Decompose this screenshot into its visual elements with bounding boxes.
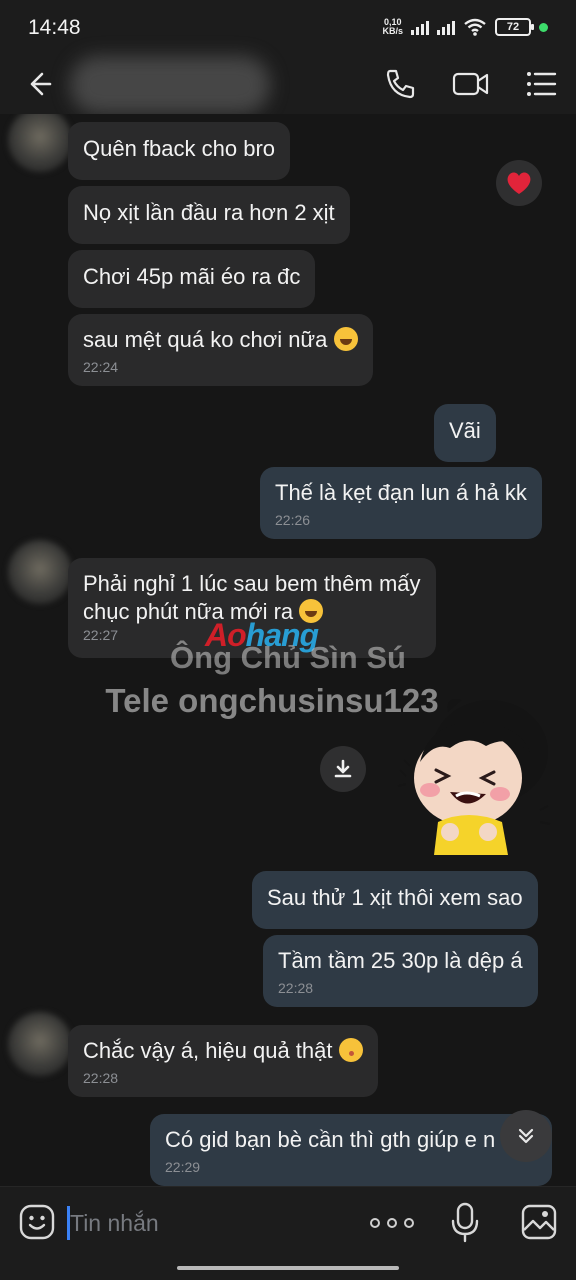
- message-text: Vãi: [449, 418, 481, 443]
- smiley-sticker-icon[interactable]: [18, 1203, 56, 1241]
- status-time: 14:48: [28, 16, 81, 39]
- contact-name-blurred[interactable]: [70, 56, 270, 114]
- image-gallery-icon[interactable]: [520, 1203, 558, 1241]
- watermark-text: Ông Chủ Sìn Sú: [170, 640, 406, 675]
- message-text: Chắc vậy á, hiệu quả thật: [83, 1038, 333, 1063]
- more-dots-icon[interactable]: [370, 1209, 414, 1237]
- message-text: Thế là kẹt đạn lun á hả kk: [275, 480, 527, 505]
- message-bubble[interactable]: Nọ xịt lần đầu ra hơn 2 xịt: [68, 186, 350, 244]
- signal-icon-2: [437, 19, 455, 35]
- message-bubble[interactable]: Vãi: [434, 404, 496, 462]
- chat-messages[interactable]: Quên fback cho bro Nọ xịt lần đầu ra hơn…: [0, 114, 576, 1186]
- video-camera-icon[interactable]: [451, 64, 491, 104]
- avatar[interactable]: [8, 1012, 72, 1076]
- privacy-dot-icon: [539, 22, 548, 32]
- microphone-icon[interactable]: [446, 1201, 484, 1243]
- message-bubble[interactable]: Thế là kẹt đạn lun á hả kk 22:26: [260, 467, 542, 539]
- sticker-image[interactable]: [390, 690, 560, 855]
- heart-reaction-icon[interactable]: [496, 160, 542, 206]
- list-menu-icon[interactable]: [521, 64, 561, 104]
- message-text: Sau thử 1 xịt thôi xem sao: [267, 885, 523, 910]
- status-icons: 0,10 KB/s 72: [382, 18, 548, 36]
- message-text: Phải nghỉ 1 lúc sau bem thêm mấy: [83, 571, 421, 596]
- kissing-emoji-icon: [338, 1038, 363, 1062]
- message-text: sau mệt quá ko chơi nữa: [83, 327, 328, 352]
- message-bubble[interactable]: Chắc vậy á, hiệu quả thật 22:28: [68, 1025, 378, 1097]
- message-time: 22:28: [278, 980, 314, 996]
- avatar[interactable]: [8, 540, 72, 604]
- avatar[interactable]: [8, 114, 72, 172]
- laughing-emoji-icon: [333, 327, 358, 351]
- message-text: Tầm tầm 25 30p là dệp á: [278, 948, 523, 973]
- scroll-to-bottom-button[interactable]: [500, 1110, 552, 1162]
- message-text: Quên fback cho bro: [83, 136, 276, 161]
- battery-icon: 72: [495, 18, 534, 36]
- download-icon[interactable]: [320, 746, 366, 792]
- wifi-icon: [464, 18, 486, 36]
- message-text: Có gid bạn bè cần thì gth giúp e n: [165, 1127, 496, 1152]
- message-bubble[interactable]: Chơi 45p mãi éo ra đc: [68, 250, 316, 308]
- network-speed: 0,10 KB/s: [382, 17, 403, 36]
- message-time: 22:28: [83, 1070, 119, 1086]
- back-button[interactable]: [20, 66, 56, 102]
- message-bubble[interactable]: sau mệt quá ko chơi nữa 22:24: [68, 314, 373, 386]
- status-bar: 14:48 0,10 KB/s 72: [0, 0, 576, 54]
- message-bubble[interactable]: Sau thử 1 xịt thôi xem sao: [252, 871, 538, 929]
- signal-icon: [411, 19, 429, 35]
- phone-icon[interactable]: [380, 64, 420, 104]
- chat-header: [0, 54, 576, 114]
- message-bubble[interactable]: Tầm tầm 25 30p là dệp á 22:28: [263, 935, 538, 1007]
- message-time: 22:24: [83, 359, 119, 375]
- message-text: Chơi 45p mãi éo ra đc: [83, 264, 301, 289]
- message-time: 22:26: [275, 512, 311, 528]
- message-bubble[interactable]: Có gid bạn bè cần thì gth giúp e n 22:29: [150, 1114, 552, 1186]
- message-time: 22:29: [165, 1159, 201, 1175]
- message-composer: [0, 1186, 576, 1280]
- home-indicator: [177, 1266, 399, 1270]
- message-input[interactable]: [70, 1203, 340, 1243]
- message-bubble[interactable]: Quên fback cho bro: [68, 122, 291, 180]
- message-text: Nọ xịt lần đầu ra hơn 2 xịt: [83, 200, 335, 225]
